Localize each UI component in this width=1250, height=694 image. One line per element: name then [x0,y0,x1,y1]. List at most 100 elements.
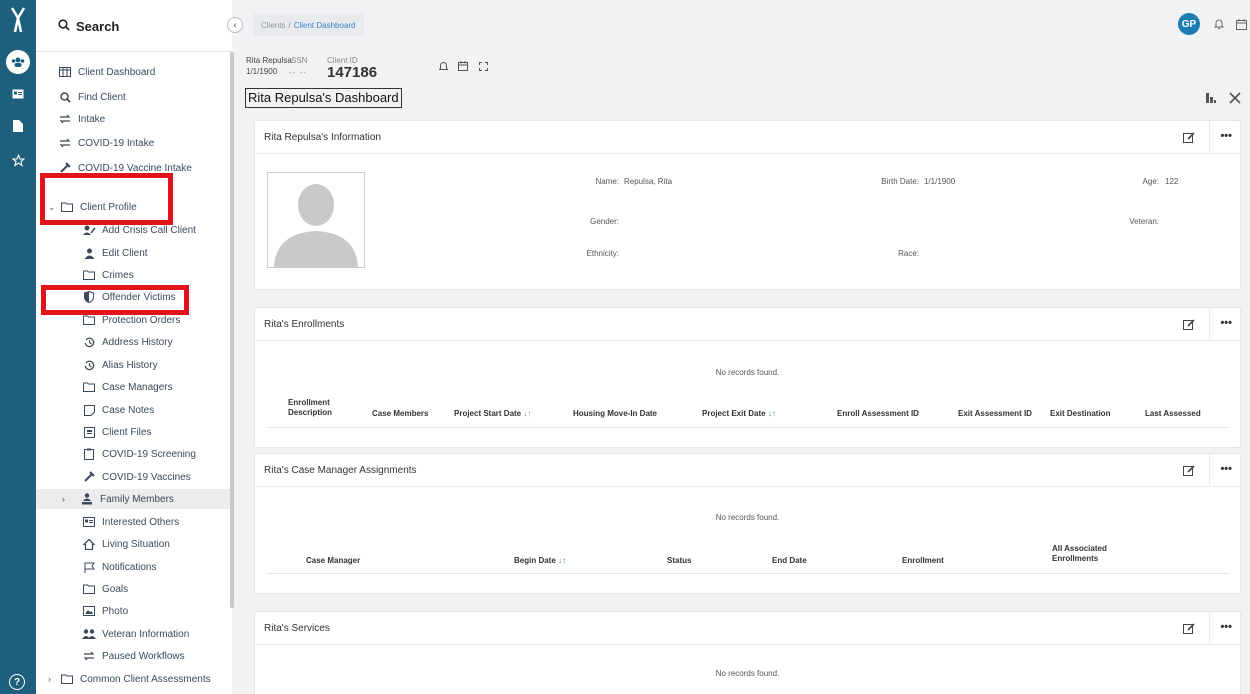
sidebar-item-covid-screening[interactable]: COVID-19 Screening [36,444,230,464]
sidebar-item-label: Protection Orders [102,314,181,326]
users-icon [82,628,96,640]
folder-icon [82,314,96,326]
expand-icon[interactable] [477,60,489,72]
sidebar-item-address-history[interactable]: Address History [36,332,230,352]
column-enrollment-description[interactable]: Enrollment Description [288,398,332,418]
column-project-exit-date[interactable]: Project Exit Date ↓↑ [702,409,776,419]
more-menu-button[interactable]: ••• [1220,621,1232,633]
panel-header: Rita's Case Manager Assignments ••• [255,454,1240,487]
sidebar-item-label: Living Situation [102,538,170,550]
star-icon[interactable] [6,150,30,170]
columns-icon [58,66,72,78]
workflow-icon [58,113,72,125]
column-enroll-assessment-id[interactable]: Enroll Assessment ID [837,409,919,419]
workflow-icon [58,137,72,149]
sidebar: Search Client Dashboard Find Client Inta… [36,0,234,694]
sidebar-collapse-button[interactable]: ‹ [227,17,243,33]
sidebar-search[interactable]: Search [36,0,232,52]
column-end-date[interactable]: End Date [772,556,807,566]
more-menu-button[interactable]: ••• [1220,317,1232,329]
history-icon [82,359,96,371]
sidebar-item-find-client[interactable]: Find Client [36,87,230,107]
sidebar-item-client-dashboard[interactable]: Client Dashboard [36,62,230,82]
bell-icon[interactable] [437,60,449,72]
breadcrumb: Clients / Client Dashboard [253,14,364,36]
sidebar-item-intake[interactable]: Intake [36,109,230,129]
breadcrumb-clients[interactable]: Clients [261,21,285,30]
column-housing-move-in-date[interactable]: Housing Move-In Date [573,409,657,419]
sidebar-item-living-situation[interactable]: Living Situation [36,534,230,554]
more-menu-button[interactable]: ••• [1220,130,1232,142]
family-icon [80,493,94,505]
sidebar-item-label: Goals [102,583,129,595]
sidebar-item-case-managers[interactable]: Case Managers [36,377,230,397]
id-card-icon[interactable] [6,84,30,104]
sidebar-item-interested-others[interactable]: Interested Others [36,512,230,532]
help-icon[interactable]: ? [9,674,25,690]
column-label: All Associated [1052,544,1107,553]
note-icon [82,404,96,416]
ethnicity-label: Ethnicity: [586,249,619,258]
calendar-icon[interactable] [457,60,469,72]
sidebar-item-label: Crimes [102,269,134,281]
sidebar-item-veteran-information[interactable]: Veteran Information [36,624,230,644]
sidebar-item-photo[interactable]: Photo [36,601,230,621]
column-enrollment[interactable]: Enrollment [902,556,944,566]
sort-icon[interactable]: ↓↑ [558,556,566,565]
sidebar-item-common-client-assessments[interactable]: › Common Client Assessments [36,669,230,689]
sidebar-item-family-members[interactable]: › Family Members [36,489,230,509]
tools-icon[interactable] [1228,91,1242,105]
breadcrumb-separator: / [288,20,291,30]
column-case-members[interactable]: Case Members [372,409,428,419]
panel-header: Rita Repulsa's Information ••• [255,121,1240,154]
sidebar-item-label: Case Notes [102,404,155,416]
layout-icon[interactable] [1204,91,1218,105]
sidebar-item-goals[interactable]: Goals [36,579,230,599]
user-avatar[interactable]: GP [1178,13,1200,35]
column-exit-assessment-id[interactable]: Exit Assessment ID [958,409,1032,419]
workflow-icon [82,650,96,662]
column-project-start-date[interactable]: Project Start Date ↓↑ [454,409,531,419]
column-all-associated-enrollments[interactable]: All Associated Enrollments [1052,544,1107,564]
highlight-offender-victims [41,285,189,315]
calendar-icon[interactable] [1234,17,1248,31]
sort-icon[interactable]: ↓↑ [523,409,531,418]
document-icon[interactable] [6,116,30,136]
ssn-value: -- -- [289,68,307,77]
column-status[interactable]: Status [667,556,691,566]
column-begin-date[interactable]: Begin Date ↓↑ [514,556,566,566]
sidebar-item-label: Client Files [102,426,152,438]
panel-title: Rita's Services [264,623,330,634]
sidebar-item-case-notes[interactable]: Case Notes [36,400,230,420]
column-case-manager[interactable]: Case Manager [306,556,360,566]
home-icon [82,538,96,550]
column-last-assessed[interactable]: Last Assessed [1145,409,1201,419]
edit-icon[interactable] [1182,131,1196,144]
clients-icon[interactable] [6,50,30,74]
edit-icon[interactable] [1182,464,1196,477]
name-label: Name: [595,177,619,186]
sidebar-item-edit-client[interactable]: Edit Client [36,243,230,263]
sidebar-item-paused-workflows[interactable]: Paused Workflows [36,646,230,666]
sidebar-item-notifications[interactable]: Notifications [36,557,230,577]
divider [1209,121,1210,154]
sidebar-scrollbar[interactable] [230,52,234,608]
sidebar-item-label: Veteran Information [102,628,190,640]
sort-icon[interactable]: ↓↑ [768,409,776,418]
column-label: Begin Date [514,556,556,565]
empty-state: No records found. [715,368,780,377]
sidebar-item-crimes[interactable]: Crimes [36,265,230,285]
more-menu-button[interactable]: ••• [1220,463,1232,475]
app-logo-icon[interactable] [6,6,30,34]
sidebar-item-covid-intake[interactable]: COVID-19 Intake [36,133,230,153]
bell-icon[interactable] [1212,17,1226,31]
edit-icon[interactable] [1182,622,1196,635]
sidebar-item-client-files[interactable]: Client Files [36,422,230,442]
clipboard-icon [82,448,96,460]
sidebar-item-alias-history[interactable]: Alias History [36,355,230,375]
breadcrumb-client-dashboard[interactable]: Client Dashboard [294,21,356,30]
sidebar-item-label: Address History [102,336,173,348]
sidebar-item-covid-vaccines[interactable]: COVID-19 Vaccines [36,467,230,487]
column-exit-destination[interactable]: Exit Destination [1050,409,1110,419]
edit-icon[interactable] [1182,318,1196,331]
